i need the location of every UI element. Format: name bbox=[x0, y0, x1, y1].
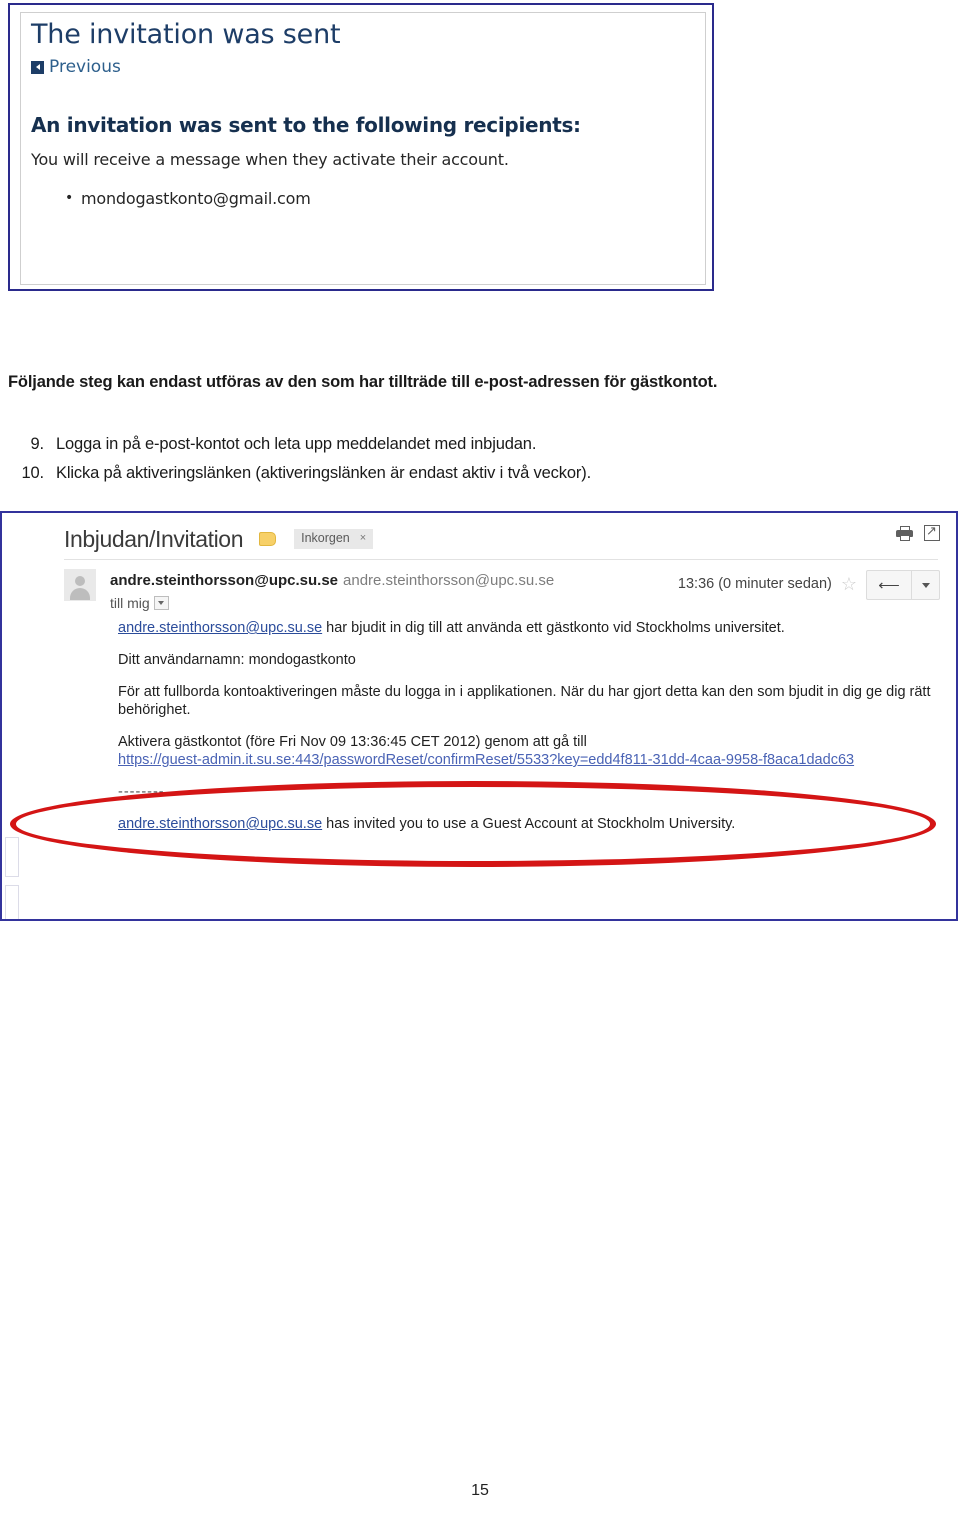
popout-window-icon[interactable] bbox=[924, 523, 940, 541]
intro-paragraph: Följande steg kan endast utföras av den … bbox=[8, 373, 718, 391]
email-header-bar: Inbjudan/Invitation Inkorgen × bbox=[2, 513, 956, 559]
sender-email-link-footer[interactable]: andre.steinthorsson@upc.su.se bbox=[118, 816, 322, 832]
previous-link[interactable]: Previous bbox=[31, 58, 695, 76]
body-separator: -------- bbox=[118, 784, 165, 800]
invitation-sent-screenshot: The invitation was sent Previous An invi… bbox=[8, 3, 714, 291]
edge-artifact bbox=[5, 837, 19, 877]
body-paragraph-footer: andre.steinthorsson@upc.su.se has invite… bbox=[118, 815, 956, 833]
star-outline-icon[interactable]: ☆ bbox=[841, 570, 857, 598]
reply-arrow-icon[interactable]: ⟵ bbox=[867, 571, 912, 599]
email-message-header: andre.steinthorsson@upc.su.se andre.stein… bbox=[2, 560, 956, 611]
sender-block: andre.steinthorsson@upc.su.se andre.stein… bbox=[110, 569, 554, 611]
step-text: Logga in på e-post-kontot och leta upp m… bbox=[56, 435, 537, 453]
label-tag-icon[interactable] bbox=[259, 532, 277, 546]
body-paragraph-username: Ditt användarnamn: mondogastkonto bbox=[118, 652, 356, 668]
steps-list: 9. Logga in på e-post-kontot och leta up… bbox=[8, 430, 838, 488]
print-icon[interactable] bbox=[896, 525, 913, 541]
email-body: andre.steinthorsson@upc.su.se har bjudit… bbox=[2, 611, 956, 833]
recipients-list: mondogastkonto@gmail.com bbox=[31, 188, 695, 209]
activation-note: You will receive a message when they act… bbox=[31, 150, 509, 169]
list-item: mondogastkonto@gmail.com bbox=[65, 188, 695, 209]
step-number: 9. bbox=[30, 435, 45, 453]
body-paragraph-activate: Aktivera gästkontot (före Fri Nov 09 13:… bbox=[118, 733, 956, 769]
sender-email-link[interactable]: andre.steinthorsson@upc.su.se bbox=[118, 620, 322, 636]
chevron-down-icon[interactable] bbox=[912, 571, 939, 599]
chevron-down-icon[interactable] bbox=[153, 596, 169, 610]
list-item: 9. Logga in på e-post-kontot och leta up… bbox=[8, 430, 838, 459]
reply-button-group: ⟵ bbox=[866, 570, 940, 600]
close-icon[interactable]: × bbox=[360, 532, 366, 545]
recipients-subheading: An invitation was sent to the following … bbox=[31, 113, 581, 137]
email-timestamp: 13:36 (0 minuter sedan) bbox=[677, 576, 832, 592]
footer-text: has invited you to use a Guest Account a… bbox=[322, 816, 736, 832]
recipient-line[interactable]: till mig bbox=[110, 595, 554, 611]
email-message-actions: 13:36 (0 minuter sedan) ☆ ⟵ bbox=[678, 570, 940, 600]
sender-name: andre.steinthorsson@upc.su.se bbox=[110, 572, 339, 589]
invite-text: har bjudit in dig till att använda ett g… bbox=[322, 620, 785, 636]
folder-chip-label: Inkorgen bbox=[301, 531, 350, 545]
body-paragraph-activation-note: För att fullborda kontoaktiveringen måst… bbox=[118, 684, 931, 718]
sender-address: andre.steinthorsson@upc.su.se bbox=[343, 572, 555, 589]
recipient-label: till mig bbox=[110, 595, 150, 611]
step-number: 10. bbox=[21, 464, 45, 482]
user-avatar-icon bbox=[64, 569, 96, 601]
activation-link[interactable]: https://guest-admin.it.su.se:443/passwor… bbox=[118, 752, 854, 768]
page-number: 15 bbox=[471, 1482, 489, 1499]
email-client-screenshot: Inbjudan/Invitation Inkorgen × andre.ste… bbox=[0, 511, 958, 921]
body-paragraph-invite: andre.steinthorsson@upc.su.se har bjudit… bbox=[118, 619, 956, 637]
email-header-actions bbox=[896, 523, 940, 541]
email-subject: Inbjudan/Invitation bbox=[64, 525, 244, 552]
page-title: The invitation was sent bbox=[31, 19, 341, 50]
invitation-panel: The invitation was sent Previous An invi… bbox=[20, 12, 706, 285]
list-item: 10. Klicka på aktiveringslänken (aktiver… bbox=[8, 459, 838, 488]
triangle-left-icon bbox=[31, 60, 44, 74]
activate-text: Aktivera gästkontot (före Fri Nov 09 13:… bbox=[118, 734, 587, 750]
step-text: Klicka på aktiveringslänken (aktiverings… bbox=[56, 464, 592, 482]
previous-link-label: Previous bbox=[49, 57, 121, 77]
edge-artifact bbox=[5, 885, 19, 919]
folder-chip-inkorgen[interactable]: Inkorgen × bbox=[294, 529, 374, 549]
